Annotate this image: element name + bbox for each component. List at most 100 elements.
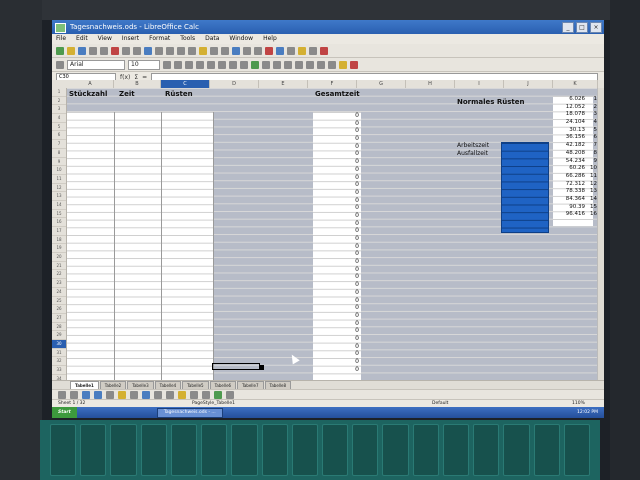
gesamtzeit-cell[interactable]: 0 (313, 212, 361, 220)
reference-row[interactable]: 18.078 3 (553, 111, 597, 119)
row-header[interactable]: 10 (52, 166, 66, 175)
line-icon[interactable] (70, 390, 78, 399)
stars-icon[interactable] (178, 390, 186, 399)
menu-help[interactable]: Help (263, 34, 277, 44)
callouts-icon[interactable] (166, 390, 174, 399)
gesamtzeit-cell[interactable]: 0 (313, 135, 361, 143)
rectangle-icon[interactable] (82, 390, 90, 399)
gesamtzeit-cell[interactable]: 0 (313, 335, 361, 343)
gesamtzeit-cell[interactable]: 0 (313, 297, 361, 305)
column-header[interactable]: F (308, 80, 357, 88)
reference-row[interactable]: 6.026 1 (553, 96, 597, 104)
chart-icon[interactable] (265, 46, 273, 55)
from-file-icon[interactable] (214, 390, 222, 399)
font-size-box[interactable]: 10 (128, 59, 160, 70)
text-icon[interactable] (106, 390, 114, 399)
row-header[interactable]: 25 (52, 297, 66, 306)
menu-tools[interactable]: Tools (180, 34, 195, 44)
reference-row[interactable]: 60.26 10 (553, 165, 597, 173)
gesamtzeit-cell[interactable]: 0 (313, 312, 361, 320)
reference-row[interactable]: 36.156 6 (553, 134, 597, 142)
gesamtzeit-cell[interactable]: 0 (313, 243, 361, 251)
normales-ruesten-label[interactable]: Normales Rüsten (457, 98, 525, 106)
menu-file[interactable]: File (56, 34, 66, 44)
reference-row[interactable]: 12.052 2 (553, 104, 597, 112)
italic-icon[interactable] (174, 60, 182, 69)
new-icon[interactable] (56, 46, 64, 55)
reference-row[interactable]: 42.182 7 (553, 142, 597, 150)
copy-icon[interactable] (177, 46, 185, 55)
gesamtzeit-cell[interactable]: 0 (313, 158, 361, 166)
undo-icon[interactable] (210, 46, 218, 55)
gesamtzeit-cell[interactable]: 0 (313, 327, 361, 335)
column-header[interactable]: E (259, 80, 308, 88)
gesamtzeit-cell[interactable]: 0 (313, 358, 361, 366)
vertical-scrollbar[interactable] (597, 88, 604, 380)
row-header[interactable]: 17 (52, 227, 66, 236)
column-header[interactable]: K (553, 80, 598, 88)
minimize-button[interactable]: _ (562, 22, 574, 33)
row-header[interactable]: 13 (52, 192, 66, 201)
row-header[interactable]: 7 (52, 140, 66, 149)
ellipse-icon[interactable] (94, 390, 102, 399)
flowchart-icon[interactable] (154, 390, 162, 399)
align-center-icon[interactable] (207, 60, 215, 69)
arbeitszeit-label[interactable]: Arbeitszeit (457, 142, 489, 149)
spreadsheet-grid[interactable]: A B C D E F G H I J K 1 2 3 4 5 6 7 8 9 … (52, 80, 604, 418)
gesamtzeit-cell[interactable]: 0 (313, 273, 361, 281)
align-left-icon[interactable] (196, 60, 204, 69)
row-header[interactable]: 30 (52, 339, 66, 349)
background-color-icon[interactable] (339, 60, 347, 69)
row-header[interactable]: 6 (52, 131, 66, 141)
styles-icon[interactable] (56, 60, 64, 69)
row-header[interactable]: 31 (52, 349, 66, 358)
column-header[interactable]: J (504, 80, 553, 88)
sort-descending-icon[interactable] (254, 46, 262, 55)
header-gesamtzeit[interactable]: Gesamtzeit (315, 90, 360, 98)
column-header[interactable]: B (114, 80, 161, 88)
header-stueckzahl[interactable]: Stückzahl (69, 90, 107, 98)
row-header[interactable]: 3 (52, 105, 66, 115)
column-header[interactable]: C (161, 80, 210, 88)
gesamtzeit-cell[interactable]: 0 (313, 204, 361, 212)
show-draw-functions-icon[interactable] (276, 46, 284, 55)
reference-row[interactable]: 90.39 15 (553, 204, 597, 212)
gesamtzeit-cell[interactable]: 0 (313, 189, 361, 197)
gesamtzeit-cell[interactable]: 0 (313, 258, 361, 266)
merge-cells-icon[interactable] (240, 60, 248, 69)
increase-indent-icon[interactable] (317, 60, 325, 69)
menu-view[interactable]: View (98, 34, 112, 44)
gallery-icon[interactable] (309, 46, 317, 55)
row-header[interactable]: 20 (52, 253, 66, 262)
row-header[interactable]: 26 (52, 305, 66, 314)
row-header[interactable]: 33 (52, 366, 66, 375)
add-decimal-icon[interactable] (284, 60, 292, 69)
row-header[interactable]: 28 (52, 323, 66, 332)
borders-icon[interactable] (328, 60, 336, 69)
reference-row[interactable]: 78.338 13 (553, 188, 597, 196)
edit-file-icon[interactable] (100, 46, 108, 55)
row-header[interactable]: 14 (52, 201, 66, 210)
ausfallzeit-label[interactable]: Ausfallzeit (457, 150, 488, 157)
close-button[interactable]: × (590, 22, 602, 33)
reference-row[interactable]: 24.104 4 (553, 119, 597, 127)
symbol-shapes-icon[interactable] (130, 390, 138, 399)
percent-icon[interactable] (262, 60, 270, 69)
row-header[interactable]: 8 (52, 149, 66, 158)
gesamtzeit-cell[interactable]: 0 (313, 281, 361, 289)
fill-handle[interactable] (259, 365, 264, 370)
row-header[interactable]: 16 (52, 218, 66, 227)
menu-edit[interactable]: Edit (76, 34, 88, 44)
maximize-button[interactable]: □ (576, 22, 588, 33)
header-zeit[interactable]: Zeit (119, 90, 135, 98)
spellcheck-icon[interactable] (144, 46, 152, 55)
gesamtzeit-cell[interactable]: 0 (313, 366, 361, 374)
input-range-abc[interactable] (67, 112, 213, 380)
cell-area[interactable]: Stückzahl Zeit Rüsten Gesamtzeit 0 0 0 0… (67, 88, 604, 380)
gesamtzeit-cell[interactable]: 0 (313, 127, 361, 135)
justify-icon[interactable] (229, 60, 237, 69)
bold-icon[interactable] (163, 60, 171, 69)
print-preview-icon[interactable] (133, 46, 141, 55)
block-arrows-icon[interactable] (142, 390, 150, 399)
column-header[interactable]: G (357, 80, 406, 88)
